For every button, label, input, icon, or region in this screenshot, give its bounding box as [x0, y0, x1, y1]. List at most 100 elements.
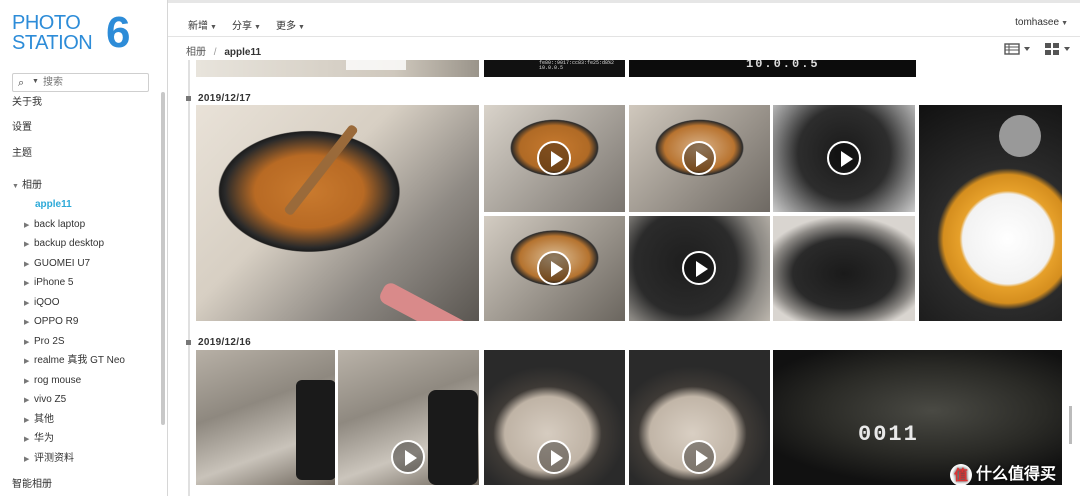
chevron-right-icon[interactable]: ▶: [24, 218, 34, 234]
album-label: realme 真我 GT Neo: [34, 355, 125, 366]
video-thumbnail[interactable]: [629, 216, 770, 321]
photo-station-app: PHOTO STATION 6 ⌕ ▼ 关于我 设置 主题 ▼相册 apple1…: [0, 0, 1080, 496]
photo-detail: [428, 390, 478, 485]
search-input[interactable]: [43, 75, 143, 90]
album-label: vivo Z5: [34, 394, 67, 405]
chevron-down-icon: ▼: [1061, 20, 1068, 27]
sidebar-item-albums[interactable]: ▼ 相册: [12, 178, 42, 194]
wooden-spatula: [283, 123, 359, 217]
search-icon[interactable]: ⌕: [18, 77, 24, 90]
user-menu[interactable]: tomhasee ▼: [1015, 17, 1068, 28]
chevron-right-icon[interactable]: ▶: [24, 276, 34, 292]
chevron-right-icon[interactable]: ▶: [24, 296, 34, 312]
play-icon[interactable]: [682, 141, 716, 175]
album-item[interactable]: ▶ vivo Z5: [24, 392, 66, 408]
group-date: 2019/12/17: [198, 93, 252, 104]
play-icon[interactable]: [537, 251, 571, 285]
sidebar-item-smart-albums[interactable]: 智能相册: [12, 477, 52, 493]
breadcrumb-root[interactable]: 相册: [186, 47, 206, 58]
watermark-icon: 值: [950, 463, 972, 486]
breadcrumb-bar: 相册 / apple11: [168, 36, 1080, 60]
album-item[interactable]: ▶ iPhone 5: [24, 275, 73, 291]
album-label: iPhone 5: [34, 277, 74, 288]
video-thumbnail[interactable]: [484, 105, 625, 212]
play-icon[interactable]: [537, 440, 571, 474]
sidebar: PHOTO STATION 6 ⌕ ▼ 关于我 设置 主题 ▼相册 apple1…: [0, 0, 168, 496]
screen-text: 10.0.0.5: [539, 65, 564, 71]
album-item[interactable]: ▶ back laptop: [24, 217, 85, 233]
breadcrumb: 相册 / apple11: [186, 43, 261, 58]
chevron-down-icon[interactable]: ▼: [12, 179, 22, 195]
sidebar-item-theme[interactable]: 主题: [12, 146, 32, 162]
timeline-dot: [186, 340, 191, 345]
video-thumbnail[interactable]: [629, 105, 770, 212]
list-view-button[interactable]: [1004, 42, 1034, 56]
photo-station-logo[interactable]: PHOTO STATION 6: [12, 8, 134, 57]
chevron-right-icon[interactable]: ▶: [24, 257, 34, 273]
chevron-right-icon[interactable]: ▶: [24, 354, 34, 370]
album-item[interactable]: ▶ backup desktop: [24, 236, 104, 252]
chevron-right-icon[interactable]: ▶: [24, 432, 34, 448]
timeline-dot: [186, 96, 191, 101]
timeline-line: [188, 60, 190, 496]
chevron-down-icon[interactable]: ▼: [32, 78, 39, 85]
album-label: Pro 2S: [34, 336, 65, 347]
video-thumbnail[interactable]: [773, 105, 915, 212]
photo-thumbnail[interactable]: fe80::9017:cc83:fe25:d8%2 10.0.0.5: [484, 60, 625, 77]
chevron-right-icon[interactable]: ▶: [24, 452, 34, 468]
photo-detail: [346, 60, 406, 70]
album-item[interactable]: ▶ 华为: [24, 431, 54, 447]
video-thumbnail[interactable]: [484, 350, 625, 485]
logo-version: 6: [106, 8, 131, 57]
album-item[interactable]: ▶ 评测资料: [24, 451, 74, 467]
sidebar-item-settings[interactable]: 设置: [12, 120, 32, 136]
album-item[interactable]: ▶ realme 真我 GT Neo: [24, 353, 125, 369]
album-item[interactable]: ▶ Pro 2S: [24, 334, 65, 350]
play-icon[interactable]: [391, 440, 425, 474]
video-thumbnail[interactable]: [338, 350, 479, 485]
photo-thumbnail[interactable]: [773, 216, 915, 321]
search-box[interactable]: ⌕ ▼: [12, 73, 149, 92]
album-item[interactable]: ▶ 其他: [24, 412, 54, 428]
album-label: iQOO: [34, 297, 60, 308]
photo-thumbnail[interactable]: [196, 350, 335, 485]
album-label: GUOMEI U7: [34, 258, 91, 269]
photo-thumbnail[interactable]: [919, 105, 1062, 321]
video-thumbnail[interactable]: [484, 216, 625, 321]
photo-thumbnail[interactable]: [196, 105, 479, 321]
watermark: 值什么值得买: [950, 460, 1056, 486]
grid-view-icon[interactable]: [1044, 42, 1074, 56]
play-icon[interactable]: [827, 141, 861, 175]
content-scrollbar[interactable]: [1069, 406, 1072, 444]
sidebar-item-about[interactable]: 关于我: [12, 95, 42, 111]
new-button[interactable]: 新增 ▼: [188, 17, 217, 32]
chevron-right-icon[interactable]: ▶: [24, 393, 34, 409]
album-item[interactable]: ▶ iQOO: [24, 295, 60, 311]
list-view-icon[interactable]: [1004, 42, 1034, 56]
username: tomhasee: [1015, 17, 1060, 28]
more-button[interactable]: 更多 ▼: [276, 17, 305, 32]
sidebar-scrollbar[interactable]: [161, 92, 165, 425]
photo-thumbnail[interactable]: [196, 60, 479, 77]
chevron-down-icon: ▼: [298, 24, 305, 31]
video-thumbnail[interactable]: [629, 350, 770, 485]
chevron-right-icon[interactable]: ▶: [24, 315, 34, 331]
grid-view-button[interactable]: [1044, 42, 1074, 56]
chevron-right-icon[interactable]: ▶: [24, 374, 34, 390]
chevron-right-icon[interactable]: ▶: [24, 335, 34, 351]
play-icon[interactable]: [682, 251, 716, 285]
album-item-apple11[interactable]: apple11: [35, 197, 72, 213]
chevron-right-icon[interactable]: ▶: [24, 413, 34, 429]
play-icon[interactable]: [682, 440, 716, 474]
play-icon[interactable]: [537, 141, 571, 175]
album-label: 其他: [34, 414, 54, 425]
kettle-top: [999, 115, 1041, 157]
chevron-right-icon[interactable]: ▶: [24, 237, 34, 253]
album-item[interactable]: ▶ GUOMEI U7: [24, 256, 90, 272]
photo-thumbnail[interactable]: 10.0.0.5: [629, 60, 916, 77]
album-label: OPPO R9: [34, 316, 79, 327]
album-item[interactable]: ▶ OPPO R9: [24, 314, 78, 330]
share-button[interactable]: 分享 ▼: [232, 17, 261, 32]
album-item[interactable]: ▶ rog mouse: [24, 373, 81, 389]
screen-text: 10.0.0.5: [746, 60, 820, 71]
